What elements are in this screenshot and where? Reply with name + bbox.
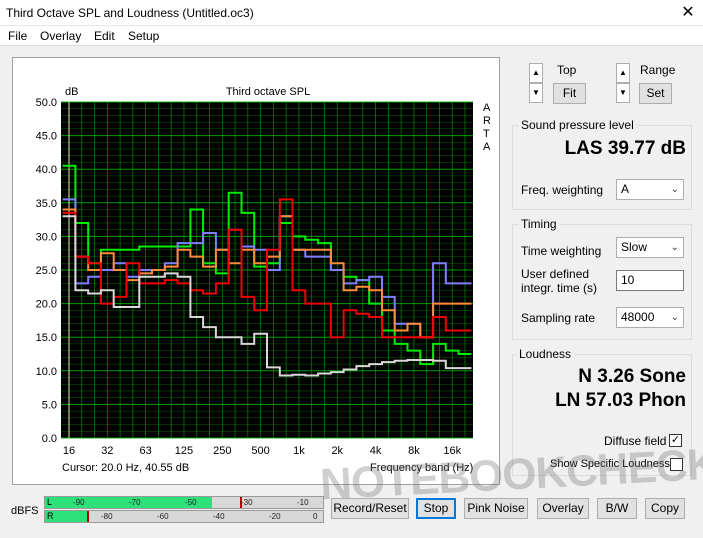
- menu-edit[interactable]: Edit: [94, 29, 115, 43]
- user-defined-label: User defined: [521, 267, 590, 281]
- x-tick-label: 32: [101, 445, 113, 457]
- y-tick-label: 50.0: [36, 97, 57, 109]
- top-down-button[interactable]: ▼: [529, 83, 543, 103]
- overlay-button[interactable]: Overlay: [537, 498, 589, 519]
- y-tick-label: 25.0: [36, 265, 57, 277]
- right-peak-marker: [86, 511, 89, 522]
- freq-weighting-label: Freq. weighting: [521, 183, 604, 197]
- spl-value: LAS 39.77 dB: [564, 138, 686, 159]
- meter-tick: -10: [297, 498, 309, 507]
- meter-tick: -90: [73, 498, 85, 507]
- menu-bar: File Overlay Edit Setup: [0, 26, 703, 46]
- x-tick-label: 1k: [293, 445, 305, 457]
- loudness-group-title: Loudness: [516, 347, 575, 361]
- right-channel-label: R: [47, 511, 54, 521]
- x-axis-label: Frequency band (Hz): [370, 462, 474, 474]
- time-weighting-select[interactable]: Slow ⌄: [616, 237, 684, 258]
- spl-chart-panel[interactable]: dB Third octave SPL A R T A 50.0 45.0 40.0…: [12, 57, 500, 485]
- left-channel-label: L: [47, 497, 53, 507]
- menu-setup[interactable]: Setup: [128, 29, 159, 43]
- copy-button[interactable]: Copy: [645, 498, 685, 519]
- side-letter-r: R: [483, 115, 491, 127]
- y-tick-label: 30.0: [36, 231, 57, 243]
- integr-time-label: integr. time (s): [521, 281, 598, 295]
- x-tick-label: 2k: [331, 445, 343, 457]
- y-tick-label: 10.0: [36, 366, 57, 378]
- diffuse-field-label: Diffuse field: [604, 434, 667, 448]
- record-reset-button[interactable]: Record/Reset: [331, 498, 409, 519]
- x-tick-label: 63: [140, 445, 152, 457]
- y-tick-label: 40.0: [36, 164, 57, 176]
- stop-button[interactable]: Stop: [416, 498, 456, 519]
- show-specific-loudness-label: Show Specific Loudness: [550, 458, 670, 470]
- range-down-button[interactable]: ▼: [616, 83, 630, 103]
- timing-group-title: Timing: [518, 217, 560, 231]
- freq-weighting-select[interactable]: A ⌄: [616, 179, 684, 200]
- x-tick-label: 16k: [443, 445, 461, 457]
- side-letter-a2: A: [483, 141, 491, 153]
- chevron-down-icon: ⌄: [670, 242, 679, 253]
- spl-group-title: Sound pressure level: [518, 118, 637, 132]
- sampling-rate-select[interactable]: 48000 ⌄: [616, 307, 684, 328]
- side-letter-t: T: [483, 128, 490, 140]
- time-weighting-label: Time weighting: [521, 244, 602, 258]
- meter-tick: -80: [101, 512, 113, 521]
- meter-tick: -30: [241, 498, 253, 507]
- chevron-down-icon: ⌄: [670, 184, 679, 195]
- meter-tick: -20: [269, 512, 281, 521]
- time-weighting-value: Slow: [621, 240, 648, 254]
- meter-tick: -40: [213, 512, 225, 521]
- fit-button[interactable]: Fit: [553, 83, 586, 104]
- y-tick-label: 20.0: [36, 299, 57, 311]
- x-tick-label: 500: [251, 445, 269, 457]
- loudness-ln-value: LN 57.03 Phon: [555, 390, 686, 411]
- chart-title: Third octave SPL: [226, 86, 310, 98]
- top-label: Top: [557, 63, 577, 77]
- side-letter-a: A: [483, 102, 491, 114]
- y-tick-label: 0.0: [42, 433, 57, 445]
- show-specific-loudness-checkbox[interactable]: [670, 458, 683, 471]
- integr-time-input[interactable]: 10: [616, 270, 684, 291]
- sampling-rate-value: 48000: [621, 310, 655, 324]
- title-bar: Third Octave SPL and Loudness (Untitled.…: [0, 0, 703, 26]
- diffuse-field-checkbox[interactable]: ✓: [669, 434, 682, 447]
- chevron-down-icon: ⌄: [670, 312, 679, 323]
- sampling-rate-label: Sampling rate: [521, 311, 596, 325]
- y-tick-label: 45.0: [36, 131, 57, 143]
- meter-tick: -70: [129, 498, 141, 507]
- range-up-button[interactable]: ▲: [616, 63, 630, 83]
- pink-noise-button[interactable]: Pink Noise: [464, 498, 528, 519]
- left-level-meter: L -90 -70 -50 -30 -10: [44, 496, 324, 509]
- x-tick-label: 16: [63, 445, 75, 457]
- bw-button[interactable]: B/W: [597, 498, 637, 519]
- set-button[interactable]: Set: [639, 83, 672, 104]
- spl-chart[interactable]: dB Third octave SPL A R T A 50.0 45.0 40.0…: [13, 58, 501, 486]
- right-level-meter: R -80 -60 -40 -20 0: [44, 510, 324, 523]
- x-tick-label: 125: [175, 445, 193, 457]
- menu-overlay[interactable]: Overlay: [40, 29, 81, 43]
- freq-weighting-value: A: [621, 182, 630, 196]
- window-title: Third Octave SPL and Loudness (Untitled.…: [6, 6, 254, 20]
- meter-tick: -60: [157, 512, 169, 521]
- meter-tick: -50: [185, 498, 197, 507]
- x-tick-label: 250: [213, 445, 231, 457]
- range-label: Range: [640, 63, 676, 77]
- meter-tick: 0: [313, 512, 318, 521]
- close-icon[interactable]: ✕: [673, 0, 703, 26]
- y-tick-label: 5.0: [42, 399, 57, 411]
- chart-unit-label: dB: [65, 86, 78, 98]
- y-tick-label: 35.0: [36, 198, 57, 210]
- x-tick-label: 4k: [370, 445, 382, 457]
- x-tick-label: 8k: [408, 445, 420, 457]
- y-tick-label: 15.0: [36, 332, 57, 344]
- dbfs-label: dBFS: [11, 505, 39, 517]
- menu-file[interactable]: File: [8, 29, 27, 43]
- loudness-n-value: N 3.26 Sone: [578, 366, 686, 387]
- cursor-readout: Cursor: 20.0 Hz, 40.55 dB: [62, 462, 190, 474]
- top-up-button[interactable]: ▲: [529, 63, 543, 83]
